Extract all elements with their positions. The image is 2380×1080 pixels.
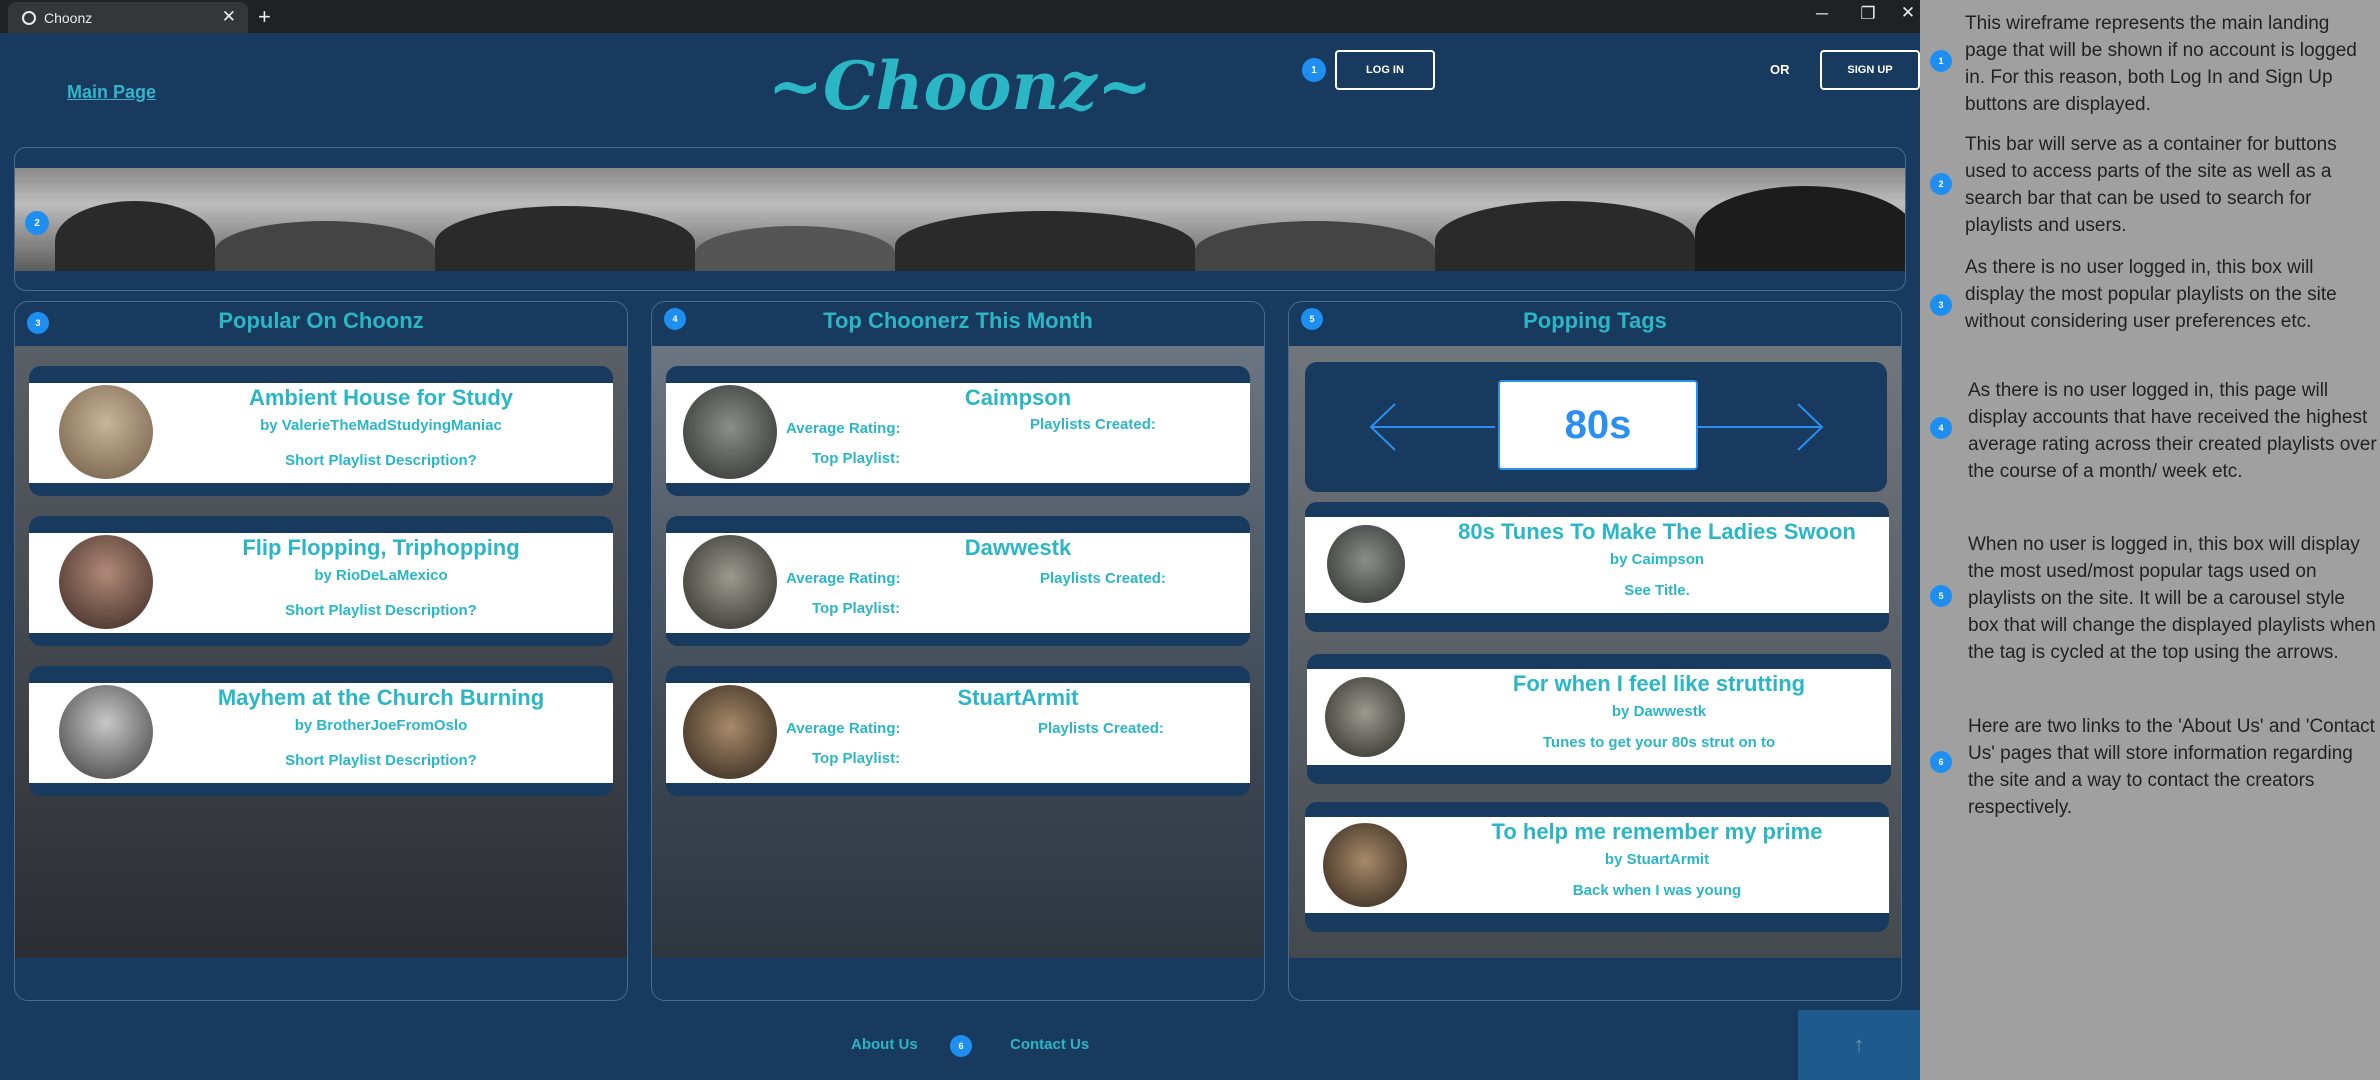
annotation-badge-6: 6: [950, 1035, 972, 1057]
avatar: [683, 385, 777, 479]
annotation-badge-3: 3: [1930, 294, 1952, 316]
playlist-description: Back when I was young: [1572, 882, 1742, 899]
top-playlist-label: Top Playlist:: [812, 750, 901, 767]
restore-button[interactable]: ❐: [1848, 4, 1888, 24]
annotation-badge-1: 1: [1930, 50, 1952, 72]
top-choonerz-panel: 4 Top Choonerz This Month Caimpson Avera…: [651, 301, 1265, 1001]
left-arrow-icon[interactable]: [1367, 402, 1497, 452]
panel-title: Top Choonerz This Month: [823, 308, 1093, 333]
panel-title: Popping Tags: [1523, 308, 1667, 333]
header: Main Page ~Choonz~ 1 LOG IN OR SIGN UP: [0, 33, 1920, 143]
annotation-badge-6: 6: [1930, 751, 1952, 773]
site-logo: ~Choonz~: [767, 47, 1153, 125]
nav-bar-container: 2: [14, 147, 1906, 291]
top-playlist-label: Top Playlist:: [812, 450, 901, 467]
note-text: This bar will serve as a container for b…: [1965, 134, 2337, 236]
banner-image: [15, 168, 1905, 271]
footer: About Us 6 Contact Us ↑: [0, 1010, 1920, 1080]
playlist-description: Tunes to get your 80s strut on to: [1542, 734, 1776, 751]
tab-close-icon[interactable]: ✕: [222, 7, 236, 27]
playlist-author[interactable]: by StuartArmit: [1425, 851, 1889, 868]
playlists-created-label: Playlists Created:: [1038, 720, 1164, 737]
annotation-badge-1: 1: [1302, 58, 1326, 82]
playlist-author[interactable]: by Caimpson: [1425, 551, 1889, 568]
playlist-card[interactable]: Mayhem at the Church Burning by BrotherJ…: [29, 666, 613, 796]
contact-us-link[interactable]: Contact Us: [1010, 1036, 1089, 1053]
avatar: [683, 535, 777, 629]
avatar: [1323, 823, 1407, 907]
popular-panel: 3 Popular On Choonz Ambient House for St…: [14, 301, 628, 1001]
globe-icon: [22, 11, 36, 25]
playlist-title[interactable]: 80s Tunes To Make The Ladies Swoon: [1425, 519, 1889, 545]
playlist-description: Short Playlist Description?: [285, 452, 477, 469]
current-tag: 80s: [1498, 380, 1698, 470]
playlist-card[interactable]: For when I feel like strutting by Dawwes…: [1307, 654, 1891, 784]
annotation-badge-4: 4: [1930, 417, 1952, 439]
avatar: [59, 685, 153, 779]
minimize-button[interactable]: ─: [1802, 4, 1842, 24]
average-rating-label: Average Rating:: [786, 420, 901, 437]
note-text: Here are two links to the 'About Us' and…: [1968, 716, 2375, 818]
playlist-title[interactable]: For when I feel like strutting: [1427, 671, 1891, 697]
playlist-card[interactable]: To help me remember my prime by StuartAr…: [1305, 802, 1889, 932]
browser-titlebar: Choonz ✕ + ─ ❐ ✕: [0, 0, 1920, 33]
avatar: [1327, 525, 1405, 603]
panel-title: Popular On Choonz: [218, 308, 424, 333]
avatar: [683, 685, 777, 779]
annotation-badge-2: 2: [1930, 173, 1952, 195]
playlist-author[interactable]: by Dawwestk: [1427, 703, 1891, 720]
login-button[interactable]: LOG IN: [1335, 50, 1435, 90]
new-tab-button[interactable]: +: [258, 4, 271, 30]
avatar: [1325, 677, 1405, 757]
note-text: This wireframe represents the main landi…: [1965, 13, 2357, 115]
playlist-title[interactable]: Mayhem at the Church Burning: [149, 685, 613, 711]
playlist-card[interactable]: 80s Tunes To Make The Ladies Swoon by Ca…: [1305, 502, 1889, 632]
tab-title: Choonz: [44, 10, 93, 26]
playlist-author[interactable]: by BrotherJoeFromOslo: [149, 717, 613, 734]
playlist-title[interactable]: Ambient House for Study: [149, 385, 613, 411]
user-name[interactable]: StuartArmit: [786, 685, 1250, 711]
playlist-description: Short Playlist Description?: [285, 752, 477, 769]
about-us-link[interactable]: About Us: [851, 1036, 918, 1053]
scroll-to-top-button[interactable]: ↑: [1798, 1010, 1920, 1080]
page: Main Page ~Choonz~ 1 LOG IN OR SIGN UP 2…: [0, 33, 1920, 1080]
or-label: OR: [1770, 62, 1790, 77]
avatar: [59, 385, 153, 479]
user-card[interactable]: Dawwestk Average Rating: Playlists Creat…: [666, 516, 1250, 646]
popping-tags-panel: 5 Popping Tags 80s 80s Tunes To Make The…: [1288, 301, 1902, 1001]
note-text: As there is no user logged in, this page…: [1968, 380, 2377, 482]
playlist-card[interactable]: Flip Flopping, Triphopping by RioDeLaMex…: [29, 516, 613, 646]
avatar: [59, 535, 153, 629]
user-name[interactable]: Caimpson: [786, 385, 1250, 411]
playlist-author[interactable]: by RioDeLaMexico: [149, 567, 613, 584]
playlist-title[interactable]: To help me remember my prime: [1425, 819, 1889, 845]
playlist-description: Short Playlist Description?: [285, 602, 477, 619]
annotation-badge-2: 2: [25, 211, 49, 235]
annotation-badge-5: 5: [1930, 585, 1952, 607]
annotation-sidebar: 1 This wireframe represents the main lan…: [1920, 0, 2380, 1080]
playlist-description: See Title.: [1624, 582, 1690, 599]
user-card[interactable]: Caimpson Average Rating: Playlists Creat…: [666, 366, 1250, 496]
user-card[interactable]: StuartArmit Average Rating: Playlists Cr…: [666, 666, 1250, 796]
playlist-author[interactable]: by ValerieTheMadStudyingManiac: [149, 417, 613, 434]
playlists-created-label: Playlists Created:: [1030, 416, 1156, 433]
browser-tab[interactable]: Choonz ✕: [8, 2, 248, 33]
user-name[interactable]: Dawwestk: [786, 535, 1250, 561]
note-text: When no user is logged in, this box will…: [1968, 534, 2376, 663]
tag-carousel: 80s: [1305, 362, 1887, 492]
average-rating-label: Average Rating:: [786, 720, 901, 737]
average-rating-label: Average Rating:: [786, 570, 901, 587]
note-text: As there is no user logged in, this box …: [1965, 257, 2337, 332]
playlist-title[interactable]: Flip Flopping, Triphopping: [149, 535, 613, 561]
right-arrow-icon[interactable]: [1698, 402, 1828, 452]
signup-button[interactable]: SIGN UP: [1820, 50, 1920, 90]
playlist-card[interactable]: Ambient House for Study by ValerieTheMad…: [29, 366, 613, 496]
top-playlist-label: Top Playlist:: [812, 600, 901, 617]
playlists-created-label: Playlists Created:: [1040, 570, 1166, 587]
